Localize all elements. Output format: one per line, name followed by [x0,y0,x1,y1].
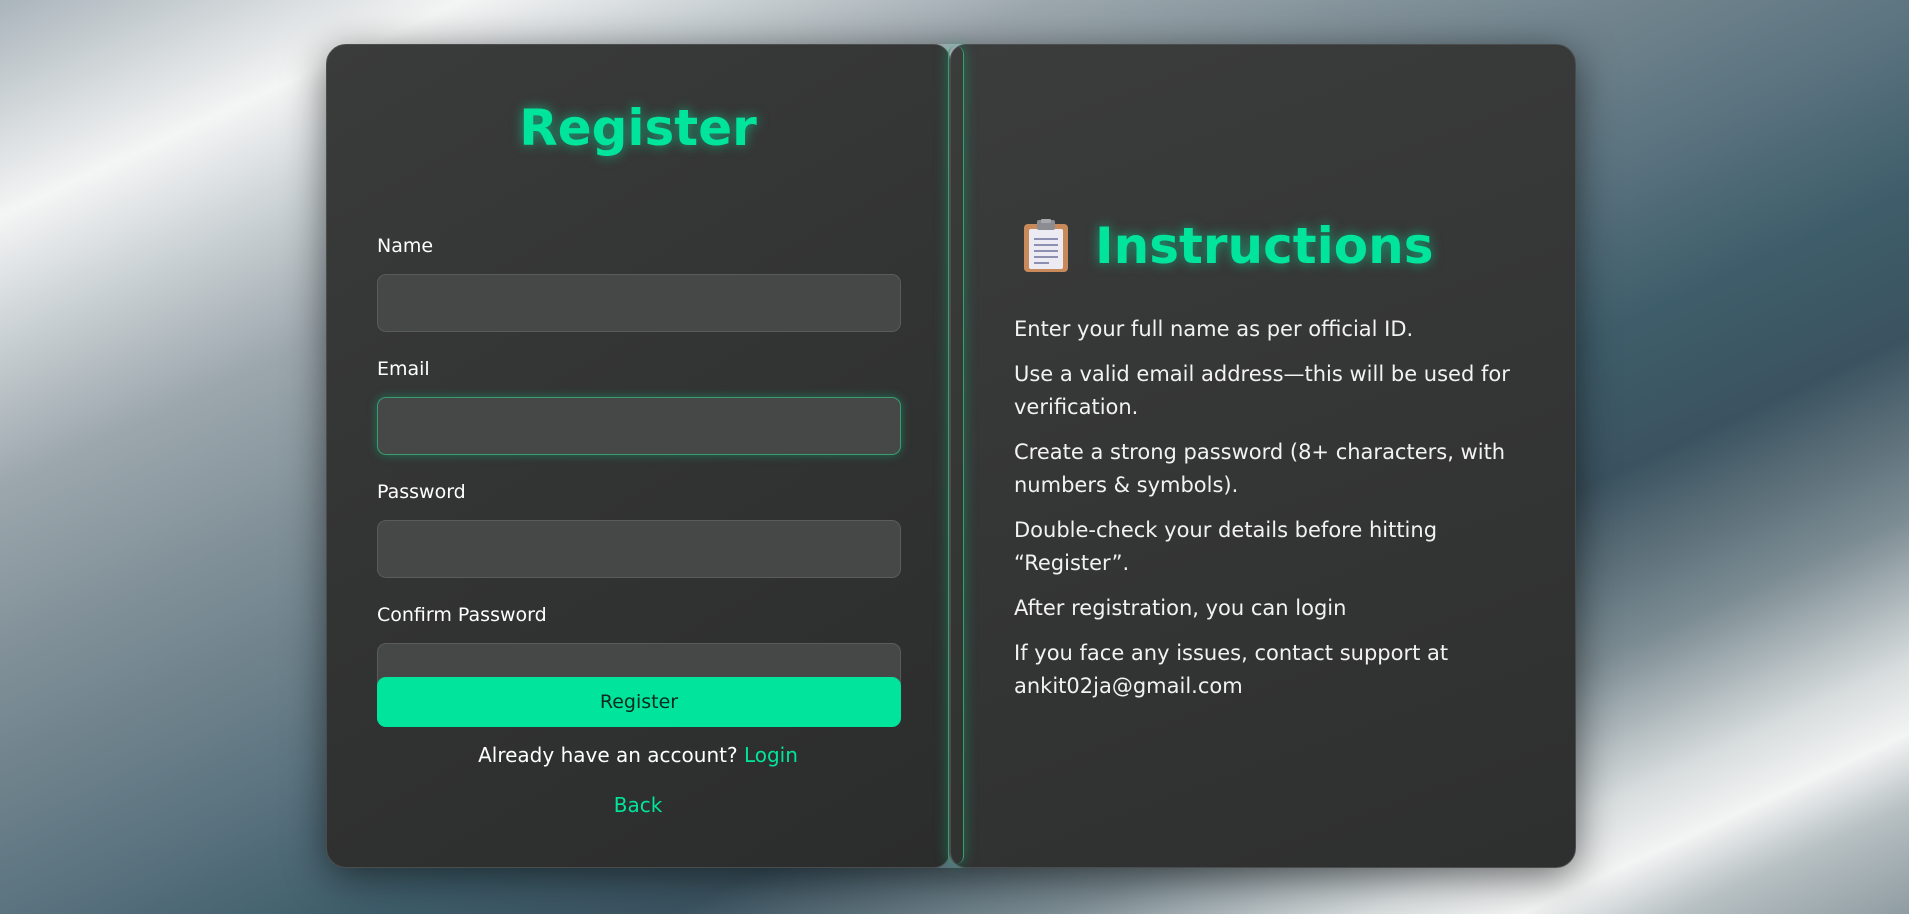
account-prompt-text: Already have an account? [478,743,738,767]
back-row: Back [327,793,949,817]
login-link[interactable]: Login [744,743,798,767]
confirm-password-label: Confirm Password [377,604,547,626]
instruction-item: After registration, you can login [1014,596,1347,620]
password-label: Password [377,481,466,503]
name-label: Name [377,235,434,257]
instruction-item: Double-check your details before hitting… [1014,518,1438,575]
instruction-item: Enter your full name as per official ID. [1014,317,1414,341]
register-button[interactable]: Register [377,677,901,727]
instructions-list: Enter your full name as per official ID.… [1014,313,1534,715]
account-prompt-row: Already have an account? Login [327,743,949,767]
email-input[interactable] [377,397,901,455]
name-input[interactable] [377,274,901,332]
register-panel: Register Name Email Password Confirm Pas… [326,44,950,868]
instruction-item: Use a valid email address—this will be u… [1014,362,1510,419]
instruction-item: If you face any issues, contact support … [1014,641,1449,698]
instruction-item: Create a strong password (8+ characters,… [1014,440,1506,497]
instructions-header: Instructions [1021,217,1434,275]
instructions-panel: Instructions Enter your full name as per… [950,44,1576,868]
password-input[interactable] [377,520,901,578]
register-title: Register [519,99,757,157]
instructions-title: Instructions [1095,217,1434,275]
email-label: Email [377,358,430,380]
register-card: Register Name Email Password Confirm Pas… [326,44,1576,868]
clipboard-icon [1024,219,1068,272]
back-link[interactable]: Back [614,793,663,817]
